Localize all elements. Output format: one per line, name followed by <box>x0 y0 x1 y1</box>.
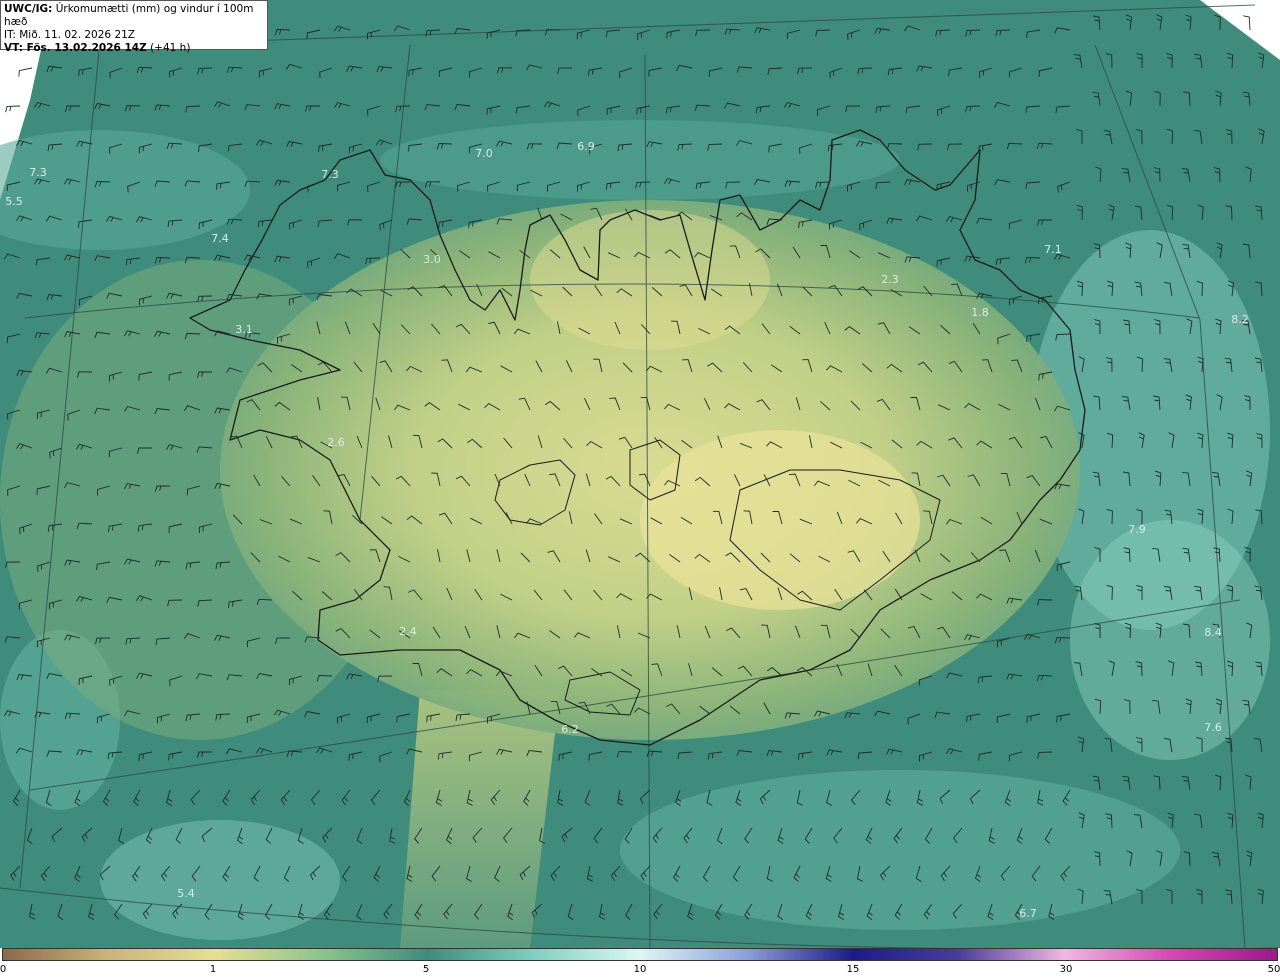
value-label: 7.3 <box>29 166 47 179</box>
value-label: 7.4 <box>211 232 229 245</box>
valid-time-line: VT: Fös. 13.02.2026 14Z (+41 h) <box>4 42 264 55</box>
precipitation-wind-map[interactable]: 7.3 5.5 7.4 7.3 7.0 6.9 3.0 3.1 2.6 2.4 6.2 5.4 7.1 8… <box>0 0 1280 948</box>
value-label: 7.3 <box>321 168 339 181</box>
init-time: IT: Mið. 11. 02. 2026 21Z <box>4 29 135 41</box>
value-label: 6.2 <box>561 723 579 736</box>
valid-time: VT: Fös. 13.02.2026 14Z <box>4 42 147 54</box>
value-label: 5.4 <box>177 887 195 900</box>
value-label: 8.4 <box>1204 626 1222 639</box>
value-label: 2.3 <box>881 273 899 286</box>
model-code: UWC/IG: <box>4 3 53 15</box>
value-label: 6.9 <box>577 140 595 153</box>
colorbar-tick-label: 0 <box>0 964 7 975</box>
colorbar-tick-label: 5 <box>422 964 430 975</box>
lead-time: (+41 h) <box>146 42 191 54</box>
colorbar-tick-label: 15 <box>846 964 860 975</box>
title-line: UWC/IG: Úrkomumætti (mm) og vindur í 100… <box>4 3 264 29</box>
map-area[interactable]: 7.3 5.5 7.4 7.3 7.0 6.9 3.0 3.1 2.6 2.4 6.2 5.4 7.1 8… <box>0 0 1280 948</box>
value-label: 7.0 <box>475 147 493 160</box>
value-label: 8.2 <box>1231 313 1249 326</box>
value-label: 7.6 <box>1204 721 1222 734</box>
colorbar-tick-label: 50 <box>1267 964 1280 975</box>
value-label: 3.0 <box>423 253 441 266</box>
colorbar-tick-label: 10 <box>633 964 647 975</box>
forecast-info-box: UWC/IG: Úrkomumætti (mm) og vindur í 100… <box>0 0 268 54</box>
colorbar-legend: 0 1 5 10 15 30 50 <box>0 948 1280 978</box>
colorbar-tick-label: 1 <box>209 964 217 975</box>
value-label: 3.1 <box>235 323 253 336</box>
value-label: 2.4 <box>399 625 417 638</box>
value-label: 1.8 <box>971 306 989 319</box>
colorbar <box>2 948 1278 961</box>
colorbar-tick-label: 30 <box>1059 964 1073 975</box>
value-label: 7.1 <box>1044 243 1062 256</box>
map-background <box>0 0 1280 948</box>
value-label: 2.6 <box>327 436 345 449</box>
value-label: 7.9 <box>1128 523 1146 536</box>
value-label: 6.7 <box>1019 907 1037 920</box>
value-label: 5.5 <box>5 195 23 208</box>
